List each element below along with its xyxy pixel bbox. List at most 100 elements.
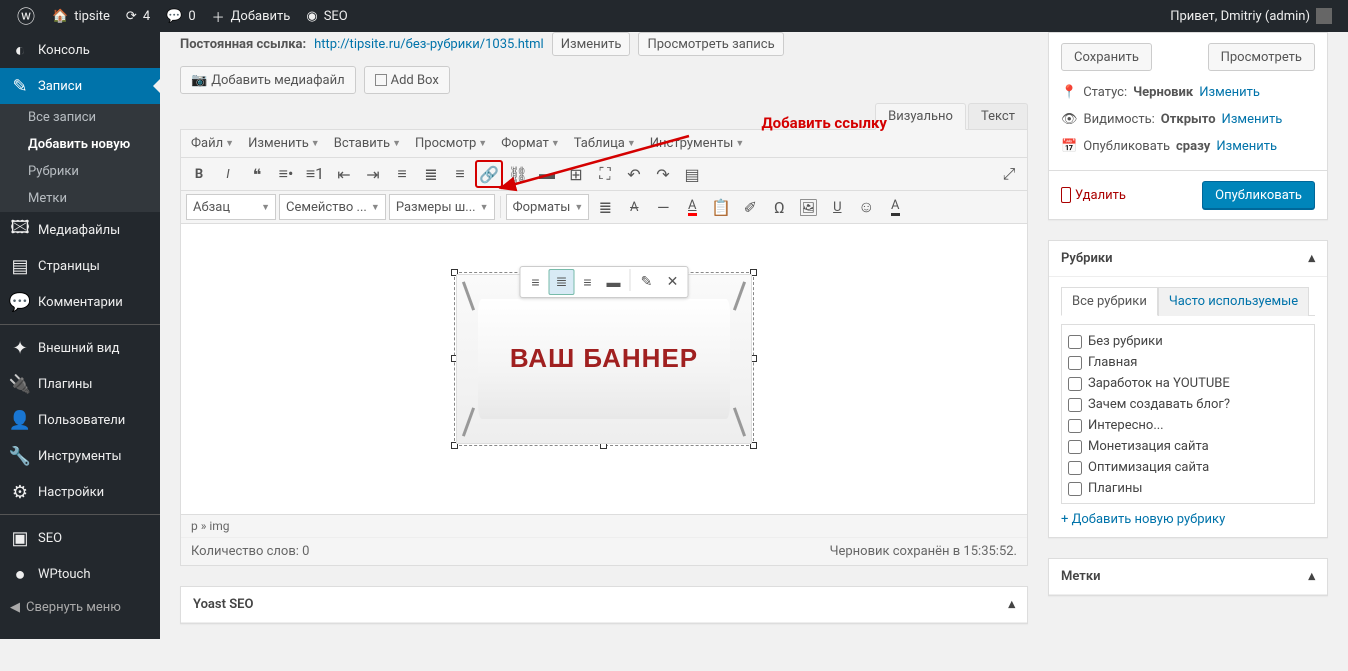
- visibility-edit-link[interactable]: Изменить: [1222, 112, 1283, 127]
- textcolor-button[interactable]: A: [678, 193, 706, 221]
- menu-Формат[interactable]: Формат ▼: [495, 132, 566, 155]
- img-align-right-button[interactable]: ≡: [575, 269, 601, 295]
- indent-button[interactable]: ⇥: [359, 160, 387, 188]
- preview-button[interactable]: Просмотреть: [1208, 43, 1315, 71]
- category-checkbox[interactable]: [1068, 461, 1082, 475]
- save-draft-button[interactable]: Сохранить: [1061, 43, 1152, 71]
- editor-content[interactable]: ≡ ≣ ≡ ▬ ✎ ✕: [181, 224, 1027, 514]
- quote-button[interactable]: ❝: [243, 160, 271, 188]
- forecolor-button[interactable]: A: [881, 193, 909, 221]
- font-size-select[interactable]: Размеры ш...: [389, 194, 495, 220]
- category-item[interactable]: Оптимизация сайта: [1068, 457, 1308, 478]
- menu-Настройки[interactable]: ⚙Настройки: [0, 474, 160, 510]
- menu-Внешний вид[interactable]: ✦Внешний вид: [0, 330, 160, 366]
- category-item[interactable]: Без рубрики: [1068, 331, 1308, 352]
- italic-button[interactable]: I: [214, 160, 242, 188]
- category-checkbox[interactable]: [1068, 419, 1082, 433]
- undo-button[interactable]: ↶: [620, 160, 648, 188]
- cat-tab-all[interactable]: Все рубрики: [1061, 287, 1158, 316]
- img-remove-button[interactable]: ✕: [660, 269, 686, 295]
- menu-Страницы[interactable]: ▤Страницы: [0, 248, 160, 284]
- category-checkbox[interactable]: [1068, 482, 1082, 496]
- menu-Комментарии[interactable]: 💬Комментарии: [0, 284, 160, 320]
- menu-Плагины[interactable]: 🔌Плагины: [0, 366, 160, 402]
- menu-Консоль[interactable]: ◐Консоль: [0, 32, 160, 68]
- img-align-left-button[interactable]: ≡: [523, 269, 549, 295]
- menu-Изменить[interactable]: Изменить ▼: [242, 132, 326, 155]
- menu-Пользователи[interactable]: 👤Пользователи: [0, 402, 160, 438]
- submenu-item[interactable]: Все записи: [0, 104, 160, 131]
- hr-button[interactable]: —: [649, 193, 677, 221]
- category-checkbox[interactable]: [1068, 335, 1082, 349]
- strike-button[interactable]: A: [620, 193, 648, 221]
- add-media-button[interactable]: 📷Добавить медиафайл: [180, 66, 356, 94]
- font-family-select[interactable]: Семейство ...: [279, 194, 386, 220]
- submenu-item[interactable]: Метки: [0, 185, 160, 212]
- menu-WPtouch[interactable]: ●WPtouch: [0, 556, 160, 592]
- collapse-menu[interactable]: ◀Свернуть меню: [0, 592, 160, 623]
- wp-logo[interactable]: ⓦ: [8, 0, 44, 32]
- permalink-view-button[interactable]: Просмотреть запись: [638, 32, 783, 56]
- categories-header[interactable]: Рубрики▴: [1049, 241, 1327, 277]
- category-checkbox[interactable]: [1068, 356, 1082, 370]
- unlink-button[interactable]: ⛓: [504, 160, 532, 188]
- distraction-free-button[interactable]: ⤢: [995, 160, 1023, 188]
- img-align-none-button[interactable]: ▬: [601, 269, 627, 295]
- category-item[interactable]: Монетизация сайта: [1068, 436, 1308, 457]
- category-item[interactable]: Заработок на YOUTUBE: [1068, 373, 1308, 394]
- menu-Медиафайлы[interactable]: 🖾Медиафайлы: [0, 212, 160, 248]
- trash-link[interactable]: Удалить: [1061, 187, 1126, 203]
- fullscreen-button[interactable]: ⛶: [591, 160, 619, 188]
- category-item[interactable]: Зачем создавать блог?: [1068, 394, 1308, 415]
- submenu-item[interactable]: Рубрики: [0, 158, 160, 185]
- publish-edit-link[interactable]: Изменить: [1216, 139, 1277, 154]
- category-checkbox[interactable]: [1068, 398, 1082, 412]
- site-link[interactable]: 🏠tipsite: [44, 0, 118, 32]
- image-button[interactable]: 🖼: [794, 193, 822, 221]
- formats-select[interactable]: Форматы: [506, 194, 590, 220]
- number-list-button[interactable]: ≡1: [301, 160, 329, 188]
- clear-format-button[interactable]: ✐: [736, 193, 764, 221]
- img-align-center-button[interactable]: ≣: [549, 269, 575, 295]
- text-tab[interactable]: Текст: [968, 103, 1028, 130]
- menu-Инструменты[interactable]: Инструменты ▼: [644, 132, 751, 155]
- toggle-toolbar-button[interactable]: ▤: [678, 160, 706, 188]
- tags-header[interactable]: Метки▴: [1049, 559, 1327, 595]
- add-new-link[interactable]: ＋Добавить: [204, 0, 299, 32]
- menu-Таблица[interactable]: Таблица ▼: [568, 132, 642, 155]
- add-category-link[interactable]: + Добавить новую рубрику: [1061, 512, 1225, 527]
- visual-tab[interactable]: Визуально: [875, 103, 966, 130]
- special-char-button[interactable]: Ω: [765, 193, 793, 221]
- bullet-list-button[interactable]: ≡•: [272, 160, 300, 188]
- bold-button[interactable]: B: [185, 160, 213, 188]
- status-edit-link[interactable]: Изменить: [1199, 85, 1260, 100]
- updates-link[interactable]: ⟳4: [118, 0, 158, 32]
- smiley-button[interactable]: ☺: [852, 193, 880, 221]
- selected-image[interactable]: ВАШ БАННЕР: [454, 272, 754, 446]
- category-item[interactable]: Плагины: [1068, 478, 1308, 499]
- category-checkbox[interactable]: [1068, 440, 1082, 454]
- underline-button[interactable]: U: [823, 193, 851, 221]
- table-button[interactable]: ⊞: [562, 160, 590, 188]
- align-right-button[interactable]: ≡: [446, 160, 474, 188]
- category-list[interactable]: Без рубрикиГлавнаяЗаработок на YOUTUBEЗа…: [1061, 324, 1315, 504]
- menu-Просмотр[interactable]: Просмотр ▼: [409, 132, 493, 155]
- user-greeting[interactable]: Привет, Dmitriy (admin): [1162, 0, 1340, 32]
- redo-button[interactable]: ↷: [649, 160, 677, 188]
- menu-Файл[interactable]: Файл ▼: [185, 132, 240, 155]
- category-item[interactable]: Интересно...: [1068, 415, 1308, 436]
- menu-Записи[interactable]: ✎Записи: [0, 68, 160, 104]
- outdent-button[interactable]: ⇤: [330, 160, 358, 188]
- category-item[interactable]: Главная: [1068, 352, 1308, 373]
- justify-button[interactable]: ≣: [591, 193, 619, 221]
- seo-link[interactable]: ◉SEO: [298, 0, 355, 32]
- yoast-seo-header[interactable]: Yoast SEO▴: [181, 587, 1027, 623]
- permalink-edit-button[interactable]: Изменить: [552, 32, 631, 56]
- category-checkbox[interactable]: [1068, 377, 1082, 391]
- img-edit-button[interactable]: ✎: [634, 269, 660, 295]
- menu-Вставить[interactable]: Вставить ▼: [328, 132, 407, 155]
- menu-SEO[interactable]: ▣SEO: [0, 520, 160, 556]
- more-button[interactable]: ▬: [533, 160, 561, 188]
- align-left-button[interactable]: ≡: [388, 160, 416, 188]
- paragraph-select[interactable]: Абзац: [186, 194, 276, 220]
